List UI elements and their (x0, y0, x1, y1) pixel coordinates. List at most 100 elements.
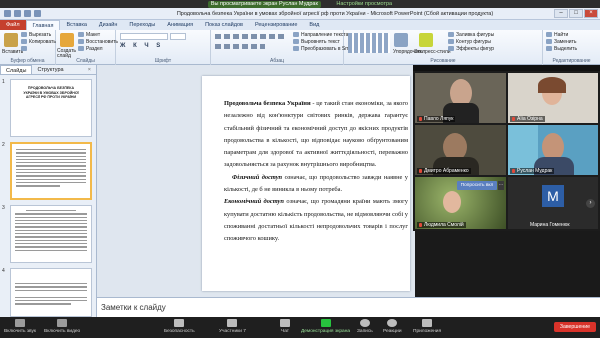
align-text-button[interactable]: Выровнять текст (293, 39, 340, 45)
muted-mic-icon (512, 116, 515, 121)
cut-button[interactable]: Вырезать (21, 32, 51, 38)
minimize-icon[interactable]: – (554, 9, 568, 18)
maximize-icon[interactable]: □ (569, 9, 583, 18)
tab-outline[interactable]: Структура (32, 65, 68, 74)
tab-animation[interactable]: Анимация (161, 20, 199, 30)
ppt-title-bar: Продовольча безпека України в умовах збр… (0, 8, 600, 20)
tab-home[interactable]: Главная (25, 20, 61, 30)
record-button[interactable]: Запись (357, 319, 373, 334)
find-button[interactable]: Найти (546, 32, 568, 38)
close-icon[interactable]: × (584, 9, 598, 18)
participant-tile[interactable]: Аїіа Озірна (508, 73, 598, 123)
new-slide-icon[interactable] (60, 33, 74, 47)
tab-insert[interactable]: Вставка (60, 20, 92, 30)
emoji-icon (387, 319, 398, 327)
shape-effects-button[interactable]: Эффекты фигур (448, 46, 494, 52)
effects-icon (448, 46, 454, 52)
slide-thumb-selected[interactable] (10, 142, 92, 200)
copy-icon (21, 39, 27, 45)
window-title: Продовольча безпека України в умовах збр… (176, 11, 494, 17)
economic-access-term: Економічний доступ (224, 198, 284, 206)
window-controls: – □ × (554, 9, 598, 18)
video-button[interactable]: Включить видео (44, 319, 80, 334)
view-options-button[interactable]: Настройки просмотра (336, 1, 392, 7)
font-style-buttons[interactable]: Ж К Ч S (120, 43, 163, 49)
tab-slideshow[interactable]: Показ слайдов (199, 20, 249, 30)
more-options-icon[interactable]: ⋯ (498, 181, 504, 190)
tab-file[interactable]: Файл (0, 20, 26, 30)
layout-button[interactable]: Макет (78, 32, 100, 38)
next-page-icon[interactable]: › (586, 199, 595, 208)
shape-fill-button[interactable]: Заливка фигуры (448, 32, 494, 38)
slide-thumb[interactable] (10, 268, 92, 317)
security-button[interactable]: Безопасность (164, 319, 195, 334)
fill-icon (448, 32, 454, 38)
app-icon[interactable] (4, 10, 11, 17)
end-meeting-button[interactable]: Завершение (553, 322, 596, 332)
tab-review[interactable]: Рецензирование (249, 20, 303, 30)
replace-button[interactable]: Заменить (546, 39, 576, 45)
participant-tile[interactable]: Попросить вкл ⋯ Людмила Смолій (415, 177, 506, 229)
close-panel-icon[interactable]: × (83, 65, 96, 74)
section-button[interactable]: Раздел (78, 46, 103, 52)
current-slide[interactable]: Продовольча безпека України - це такий с… (202, 76, 410, 291)
food-security-term: Продовольча безпека України (224, 100, 311, 107)
quick-styles-button[interactable]: Экспресс-стили (414, 49, 451, 55)
notes-area[interactable]: Заметки к слайду (97, 297, 600, 317)
audio-button[interactable]: Включить звук (4, 319, 36, 334)
participant-avatar: M (542, 185, 564, 207)
shapes-gallery[interactable] (348, 33, 390, 53)
ribbon: Вставить Вырезать Копировать Буфер обмен… (0, 30, 600, 65)
chat-icon (280, 319, 290, 327)
reactions-button[interactable]: Реакции (383, 319, 402, 334)
align-buttons[interactable] (215, 44, 265, 49)
slides-group: Создать слайд Макет Восстановить Раздел … (56, 30, 118, 65)
drawing-group: Упорядочить Экспресс-стили Заливка фигур… (344, 30, 543, 65)
drawing-group-label: Рисование (430, 58, 456, 64)
participant-tile[interactable]: Дмитро Абраменко (415, 125, 506, 175)
muted-mic-icon (419, 222, 422, 227)
redo-icon[interactable] (34, 10, 41, 17)
apps-button[interactable]: Приложения (413, 319, 441, 334)
save-icon[interactable] (14, 10, 21, 17)
ask-unmute-button[interactable]: Попросить вкл (457, 181, 497, 190)
arrange-icon[interactable] (394, 33, 408, 47)
participant-tile[interactable]: M Марина Гоменюк › (508, 177, 598, 229)
muted-mic-icon (419, 168, 422, 173)
apps-icon (422, 319, 433, 327)
participant-tile[interactable]: Павло Ляпук (415, 73, 506, 123)
tab-design[interactable]: Дизайн (93, 20, 124, 30)
tab-slides[interactable]: Слайды (0, 65, 33, 74)
participant-face (443, 191, 461, 213)
screen: Вы просматриваете экран Руслан Мудрак На… (0, 0, 600, 338)
undo-icon[interactable] (24, 10, 31, 17)
physical-access-term: Фізичний доступ (232, 173, 283, 181)
section-icon (78, 46, 84, 52)
quick-styles-icon[interactable] (419, 33, 433, 47)
paste-icon[interactable] (4, 33, 18, 47)
tab-view[interactable]: Вид (303, 20, 325, 30)
tab-transitions[interactable]: Переходы (123, 20, 161, 30)
slide-body-text[interactable]: Продовольча безпека України - це такий с… (224, 98, 408, 246)
text-direction-button[interactable]: Направление текста (293, 32, 348, 38)
participants-count: 7 (243, 329, 246, 334)
video-gallery: Павло Ляпук Аїіа Озірна Дмитро Абраменко… (413, 65, 600, 231)
shape-outline-button[interactable]: Контур фигуры (448, 39, 491, 45)
participants-button[interactable]: Участники 7 (219, 319, 246, 334)
smartart-icon (293, 46, 299, 52)
reset-button[interactable]: Восстановить (78, 39, 118, 45)
font-size-select[interactable] (170, 33, 186, 40)
select-button[interactable]: Выделить (546, 46, 577, 52)
panel-tabs: Слайды Структура × (0, 65, 96, 75)
share-screen-button[interactable]: Демонстрация экрана (301, 319, 350, 334)
copy-button[interactable]: Копировать (21, 39, 56, 45)
format-painter-button[interactable] (21, 46, 29, 52)
participant-tile[interactable]: Руслан Мудрак (508, 125, 598, 175)
food-security-definition: - це такий стан економіки, за якого неза… (224, 100, 408, 169)
chat-button[interactable]: Чат (280, 319, 290, 334)
font-family-select[interactable] (120, 33, 168, 40)
list-buttons[interactable] (215, 34, 285, 39)
slide-thumb[interactable] (10, 205, 92, 263)
slide-thumb[interactable]: ПРОДОВОЛЬЧА БЕЗПЕКА УКРАЇНИ В УМОВАХ ЗБР… (10, 79, 92, 137)
text-direction-icon (293, 32, 299, 38)
